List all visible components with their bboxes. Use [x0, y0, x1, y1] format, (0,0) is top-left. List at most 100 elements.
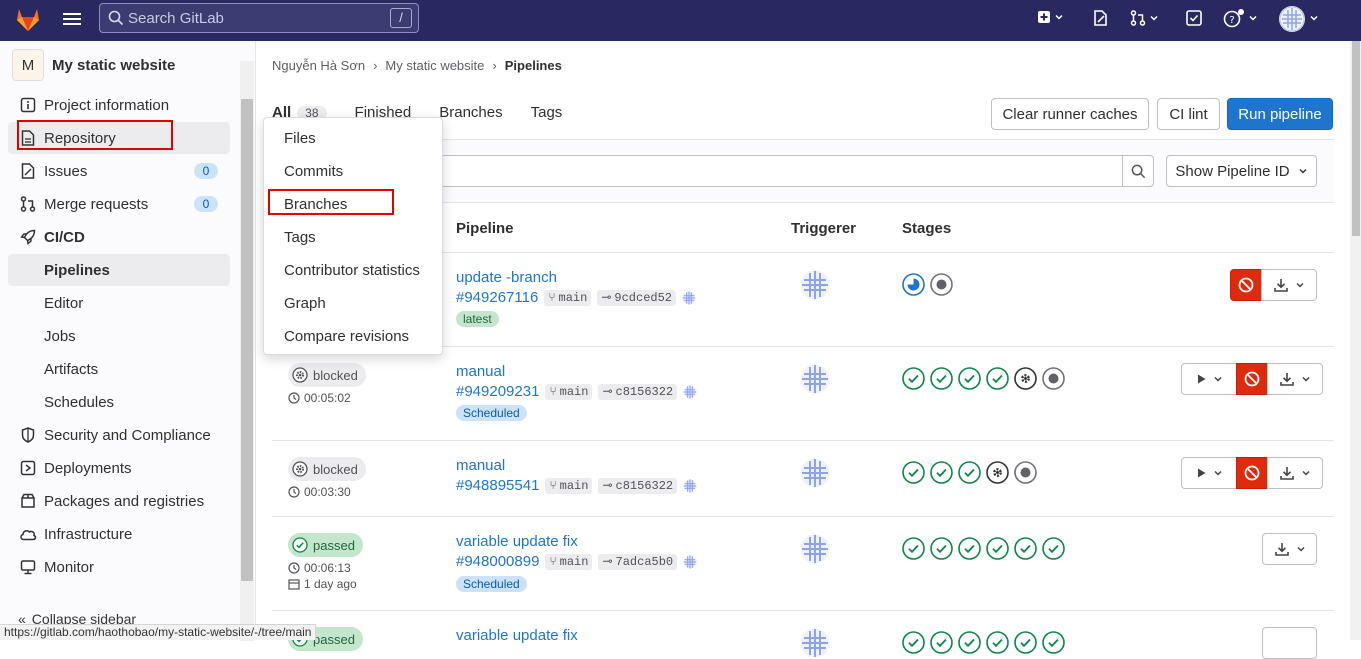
status-badge[interactable]: blocked [288, 457, 366, 481]
sidebar-scrollbar-thumb[interactable] [241, 99, 253, 581]
breadcrumb-current[interactable]: Pipelines [505, 58, 562, 73]
play-manual-job-button[interactable] [1181, 363, 1237, 395]
menu-item-graph[interactable]: Graph [284, 295, 326, 312]
help-icon[interactable]: ? [1223, 8, 1258, 28]
stage-passed-icon[interactable] [958, 537, 981, 560]
pipeline-title-link[interactable]: manual [456, 363, 505, 380]
triggerer-avatar[interactable] [800, 364, 830, 394]
menu-item-tags[interactable]: Tags [284, 229, 316, 246]
sidebar-item-security[interactable]: Security and Compliance [8, 419, 230, 451]
branch-ref[interactable]: ⑂ main [545, 477, 593, 494]
menu-item-commits[interactable]: Commits [284, 163, 343, 180]
sidebar-item-artifacts[interactable]: Artifacts [8, 353, 230, 385]
project-header[interactable]: M My static website [12, 49, 175, 81]
stage-passed-icon[interactable] [1042, 537, 1065, 560]
run-pipeline-button[interactable]: Run pipeline [1227, 98, 1333, 130]
commit-ref[interactable]: ⊸ c8156322 [598, 477, 678, 494]
sidebar-item-infrastructure[interactable]: Infrastructure [8, 518, 230, 550]
stage-passed-icon[interactable] [930, 631, 953, 654]
sidebar-item-pipelines[interactable]: Pipelines [8, 254, 230, 286]
tab-tags[interactable]: Tags [531, 104, 563, 121]
branch-ref[interactable]: ⑂ main [544, 289, 592, 306]
cancel-pipeline-button[interactable] [1236, 457, 1268, 489]
stage-passed-icon[interactable] [902, 461, 925, 484]
stage-manual-icon[interactable] [986, 461, 1009, 484]
sidebar-item-packages[interactable]: Packages and registries [8, 485, 230, 517]
pipeline-title-link[interactable]: variable update fix [456, 627, 578, 644]
menu-item-contributor-statistics[interactable]: Contributor statistics [284, 262, 420, 279]
search-input[interactable]: Search GitLab / [99, 3, 419, 33]
commit-ref[interactable]: ⊸ c8156322 [598, 383, 678, 400]
filter-input[interactable] [440, 155, 1123, 187]
triggerer-avatar[interactable] [800, 458, 830, 488]
triggerer-avatar[interactable] [800, 628, 830, 658]
sidebar-item-merge-requests[interactable]: Merge requests 0 [8, 188, 230, 220]
issues-icon[interactable] [1093, 10, 1108, 26]
stage-passed-icon[interactable] [986, 367, 1009, 390]
pipeline-id-link[interactable]: #949209231 [456, 383, 539, 400]
menu-item-compare-revisions[interactable]: Compare revisions [284, 328, 409, 345]
stage-passed-icon[interactable] [930, 461, 953, 484]
menu-item-files[interactable]: Files [284, 130, 316, 147]
todo-icon[interactable] [1186, 10, 1202, 26]
pipeline-title-link[interactable]: variable update fix [456, 533, 578, 550]
pipeline-id-link[interactable]: #948000899 [456, 553, 539, 570]
stage-passed-icon[interactable] [958, 631, 981, 654]
show-pipeline-id-dropdown[interactable]: Show Pipeline ID [1166, 155, 1317, 187]
breadcrumb-owner[interactable]: Nguyễn Hà Sơn [272, 58, 365, 73]
stage-passed-icon[interactable] [958, 461, 981, 484]
stage-passed-icon[interactable] [986, 537, 1009, 560]
sidebar-item-monitor[interactable]: Monitor [8, 551, 230, 583]
sidebar-item-schedules[interactable]: Schedules [8, 386, 230, 418]
stage-passed-icon[interactable] [986, 631, 1009, 654]
sidebar-item-project-information[interactable]: Project information [8, 89, 230, 121]
stage-created-icon[interactable] [930, 273, 953, 296]
tab-branches[interactable]: Branches [439, 104, 502, 121]
page-scrollbar-thumb[interactable] [1352, 41, 1360, 236]
commit-ref[interactable]: ⊸ 7adca5b0 [598, 553, 678, 570]
merge-requests-icon[interactable] [1130, 10, 1159, 26]
stage-passed-icon[interactable] [1042, 631, 1065, 654]
commit-ref[interactable]: ⊸ 9cdced52 [597, 289, 676, 306]
stage-passed-icon[interactable] [1014, 537, 1037, 560]
sidebar-item-jobs[interactable]: Jobs [8, 320, 230, 352]
cancel-pipeline-button[interactable] [1236, 363, 1268, 395]
download-artifacts-button[interactable] [1262, 533, 1317, 565]
user-avatar[interactable] [1279, 6, 1305, 32]
download-artifacts-button[interactable] [1267, 457, 1323, 489]
branch-ref[interactable]: ⑂ main [545, 553, 593, 570]
chevron-down-icon[interactable] [1309, 13, 1319, 23]
sidebar-item-ci-cd[interactable]: CI/CD [8, 221, 230, 253]
sidebar-item-issues[interactable]: Issues 0 [8, 155, 230, 187]
download-artifacts-button[interactable] [1267, 363, 1323, 395]
clear-runner-caches-button[interactable]: Clear runner caches [991, 98, 1149, 130]
triggerer-avatar[interactable] [800, 270, 830, 300]
pipeline-id-link[interactable]: #949267116 [456, 289, 538, 306]
sidebar-item-deployments[interactable]: Deployments [8, 452, 230, 484]
stage-passed-icon[interactable] [902, 631, 925, 654]
stage-running-icon[interactable] [902, 273, 925, 296]
pipeline-title-link[interactable]: manual [456, 457, 505, 474]
stage-passed-icon[interactable] [902, 367, 925, 390]
sidebar-item-editor[interactable]: Editor [8, 287, 230, 319]
stage-created-icon[interactable] [1014, 461, 1037, 484]
download-artifacts-button[interactable] [1262, 627, 1317, 659]
filter-search-button[interactable] [1122, 155, 1154, 187]
status-badge[interactable]: passed [288, 533, 363, 557]
stage-passed-icon[interactable] [1014, 631, 1037, 654]
stage-manual-icon[interactable] [1014, 367, 1037, 390]
pipeline-id-link[interactable]: #948895541 [456, 477, 539, 494]
stage-passed-icon[interactable] [902, 537, 925, 560]
play-manual-job-button[interactable] [1181, 457, 1237, 489]
stage-created-icon[interactable] [1042, 367, 1065, 390]
pipeline-title-link[interactable]: update -branch [456, 269, 557, 286]
ci-lint-button[interactable]: CI lint [1157, 98, 1220, 130]
triggerer-avatar[interactable] [800, 534, 830, 564]
breadcrumb-project[interactable]: My static website [385, 58, 484, 73]
stage-passed-icon[interactable] [958, 367, 981, 390]
status-badge[interactable]: blocked [288, 363, 366, 387]
menu-icon[interactable] [63, 11, 81, 27]
gitlab-logo-icon[interactable] [14, 6, 42, 32]
stage-passed-icon[interactable] [930, 537, 953, 560]
cancel-pipeline-button[interactable] [1230, 269, 1262, 301]
